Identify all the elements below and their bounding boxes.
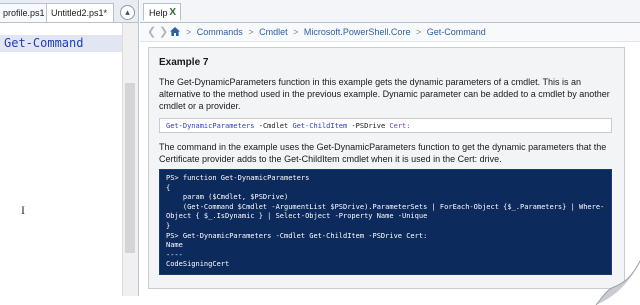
command-arg-cmdlet: Get-ChildItem <box>292 122 348 130</box>
console-line: } <box>166 221 171 230</box>
breadcrumb: ❮ ❯ > Commands > Cmdlet > Microsoft.Powe… <box>140 23 640 42</box>
command-param: -Cmdlet <box>254 122 293 130</box>
breadcrumb-separator: > <box>248 27 254 37</box>
breadcrumb-separator: > <box>415 27 422 37</box>
example-title: Example 7 <box>159 57 209 68</box>
tab-profile[interactable]: profile.ps1 <box>0 3 52 22</box>
console-line: (Get-Command $Cmdlet -ArgumentList $PSDr… <box>166 202 605 211</box>
breadcrumb-get-command[interactable]: Get-Command <box>427 27 486 37</box>
command-param: -PSDrive <box>347 122 390 130</box>
help-content-page: Example 7 The Get-DynamicParameters func… <box>148 47 625 289</box>
breadcrumb-items: > Commands > Cmdlet > Microsoft.PowerShe… <box>183 23 486 41</box>
script-editor-pane: profile.ps1 Untitled2.ps1* ▴ Get-Command… <box>0 0 139 296</box>
console-line: CodeSigningCert <box>166 260 230 269</box>
console-line: PS> Get-DynamicParameters -Cmdlet Get-Ch… <box>166 231 428 240</box>
command-name: Get-DynamicParameters <box>166 122 255 130</box>
tab-help-label: Help <box>149 8 168 18</box>
breadcrumb-commands[interactable]: Commands <box>197 27 243 37</box>
example-explanation: The command in the example uses the Get-… <box>159 142 607 164</box>
text-cursor-icon: I <box>21 203 25 217</box>
help-tab-strip: Help X <box>140 0 640 23</box>
tab-untitled2[interactable]: Untitled2.ps1* <box>46 3 114 22</box>
console-line: Object { $_.IsDynamic } | Select-Object … <box>166 212 428 221</box>
code-line: Get-Command <box>0 35 122 52</box>
home-icon[interactable] <box>170 23 180 41</box>
breadcrumb-module[interactable]: Microsoft.PowerShell.Core <box>304 27 411 37</box>
breadcrumb-cmdlet[interactable]: Cmdlet <box>259 27 288 37</box>
console-line: param ($Cmdlet, $PSDrive) <box>166 193 289 202</box>
example-command-box: Get-DynamicParameters -Cmdlet Get-ChildI… <box>159 118 612 133</box>
example-description: The Get-DynamicParameters function in th… <box>159 77 610 111</box>
command-arg-drive: Cert: <box>389 122 411 130</box>
breadcrumb-separator: > <box>293 27 299 37</box>
breadcrumb-separator: > <box>186 27 192 37</box>
collapse-pane-icon[interactable]: ▴ <box>120 5 135 20</box>
console-line: Name <box>166 241 183 250</box>
forward-arrow-icon[interactable]: ❯ <box>159 23 168 41</box>
console-output: PS> function Get-DynamicParameters { par… <box>159 169 612 275</box>
console-line: PS> function Get-DynamicParameters <box>166 174 310 182</box>
console-line: ---- <box>166 250 183 259</box>
close-icon[interactable]: X <box>169 4 176 22</box>
code-editor[interactable]: Get-Command I <box>0 23 122 296</box>
console-line: { <box>166 183 171 192</box>
editor-vertical-scrollbar[interactable] <box>122 23 138 296</box>
editor-tab-strip: profile.ps1 Untitled2.ps1* ▴ <box>0 0 138 23</box>
page-curl-icon <box>595 260 640 305</box>
back-arrow-icon[interactable]: ❮ <box>147 23 156 41</box>
scrollbar-thumb[interactable] <box>125 83 135 253</box>
help-pane: Help X ❮ ❯ > Commands > Cmdlet > Microso… <box>140 0 640 296</box>
tab-help[interactable]: Help X <box>143 3 181 21</box>
